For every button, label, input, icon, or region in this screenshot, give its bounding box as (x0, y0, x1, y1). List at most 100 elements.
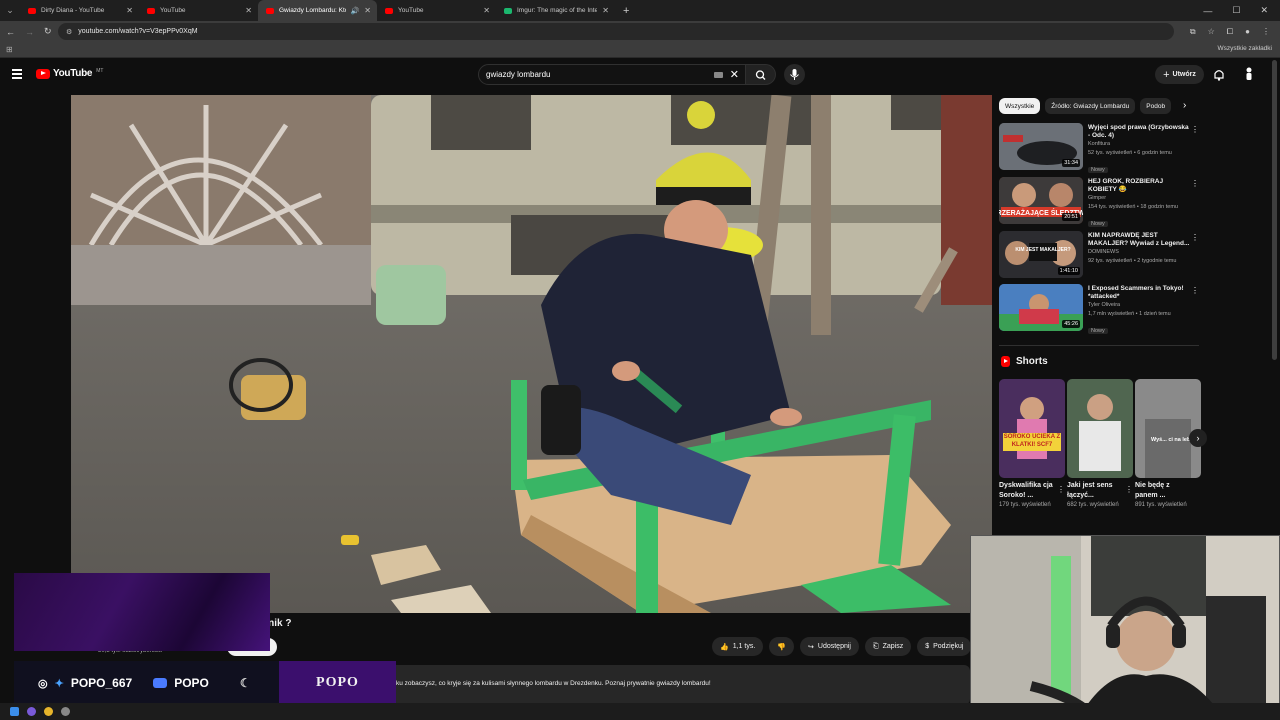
twitter-icon: ✦ (54, 677, 64, 690)
back-icon[interactable]: ← (6, 27, 15, 37)
short-title[interactable]: Nie będę z panem ... (1135, 481, 1191, 501)
install-icon[interactable]: ⧉ (1190, 27, 1196, 37)
recommendation-meta: 92 tys. wyświetleń • 2 tygodnie temu (1088, 258, 1177, 264)
profile-icon[interactable]: ● (1245, 27, 1250, 36)
channel-name[interactable]: Tyler Oliveira (1088, 301, 1190, 310)
recommendation-title[interactable]: I Exposed Scammers in Tokyo! *attacked* (1088, 285, 1190, 301)
recommendation-info: I Exposed Scammers in Tokyo! *attacked* … (1088, 285, 1190, 337)
channel-name[interactable]: Gimper (1088, 194, 1190, 203)
hamburger-menu-icon[interactable] (12, 69, 22, 81)
chrome-icon[interactable] (44, 707, 53, 716)
recommendation-item[interactable]: PRZERAŻAJĄCE ŚLEDZTWO 20:51 HEJ GROK, RO… (999, 177, 1199, 227)
short-item[interactable]: Jaki jest sens łączyć... 682 tys. wyświe… (1067, 379, 1133, 510)
speaker-icon[interactable]: 🔊 (351, 7, 360, 15)
recommendation-item[interactable]: 45:26 I Exposed Scammers in Tokyo! *atta… (999, 284, 1199, 334)
recommendation-item[interactable]: 31:34 Wyjęci spod prawa (Grzybowska - Od… (999, 123, 1199, 173)
app-icon[interactable] (61, 707, 70, 716)
browser-tab[interactable]: YouTube ✕ (377, 0, 496, 21)
thanks-button[interactable]: $ Podziękuj (917, 637, 972, 656)
more-options-icon[interactable]: ⋮ (1125, 485, 1133, 494)
channel-name[interactable]: DOMINEWS (1088, 248, 1190, 257)
apps-grid-icon[interactable]: ⊞ (6, 45, 13, 54)
short-views: 179 tys. wyświetleń (999, 502, 1051, 508)
search-input[interactable]: gwiazdy lombardu ✕ (478, 64, 746, 85)
more-options-icon[interactable]: ⋮ (1057, 485, 1065, 494)
browser-tab[interactable]: YouTube ✕ (139, 0, 258, 21)
short-views: 682 tys. wyświetleń (1067, 502, 1119, 508)
search-button[interactable] (746, 64, 776, 85)
thanks-icon: $ (925, 643, 930, 650)
stream-overlay-panel (14, 573, 270, 651)
new-badge: Nowy (1088, 221, 1108, 227)
youtube-favicon-icon (385, 7, 393, 14)
chip-similar[interactable]: Podob (1140, 98, 1172, 114)
browser-tab-active[interactable]: Gwiazdy Lombardu: Kto zb🔊✕ (258, 0, 377, 21)
more-options-icon[interactable]: ⋮ (1191, 233, 1199, 242)
dislike-button[interactable]: 👎 (769, 637, 795, 656)
shorts-next-button[interactable]: › (1189, 429, 1207, 447)
page-scrollbar[interactable] (1272, 60, 1277, 360)
keyboard-icon[interactable] (714, 72, 723, 78)
video-thumbnail[interactable]: 45:26 (999, 284, 1083, 331)
maximize-icon[interactable]: ☐ (1232, 5, 1240, 16)
close-tab-icon[interactable]: ✕ (602, 6, 609, 15)
bookmark-star-icon[interactable]: ☆ (1208, 27, 1215, 36)
app-icon[interactable] (27, 707, 36, 716)
new-badge: Nowy (1088, 328, 1108, 334)
new-tab-icon[interactable]: + (623, 5, 629, 17)
more-options-icon[interactable]: ⋮ (1191, 125, 1199, 134)
minimize-icon[interactable]: — (1203, 6, 1212, 16)
more-options-icon[interactable]: ⋮ (1191, 286, 1199, 295)
like-button[interactable]: 👍 1,1 tys. (712, 637, 764, 656)
tab-search-icon[interactable]: ⌄ (0, 0, 20, 21)
more-options-icon[interactable]: ⋮ (1191, 179, 1199, 188)
url-text: youtube.com/watch?v=V3epPPv0XqM (78, 28, 198, 35)
short-thumbnail[interactable] (1067, 379, 1133, 478)
close-tab-icon[interactable]: ✕ (483, 6, 490, 15)
divider (999, 345, 1199, 346)
menu-dots-icon[interactable]: ⋮ (1262, 27, 1270, 36)
short-thumbnail[interactable]: SOROKO UCIEKA Z KLATKI! SCF7 (999, 379, 1065, 478)
close-tab-icon[interactable]: ✕ (245, 6, 252, 15)
video-thumbnail[interactable]: KIM JEST MAKALJER? 1:41:10 (999, 231, 1083, 278)
recommendation-info: HEJ GROK, ROZBIERAJ KOBIETY 😂 Gimper 154… (1088, 178, 1190, 230)
chip-source[interactable]: Źródło: Gwiazdy Lombardu (1045, 98, 1136, 114)
chip-all[interactable]: Wszystkie (999, 98, 1041, 114)
youtube-favicon-icon (28, 7, 36, 14)
recommendation-title[interactable]: HEJ GROK, ROZBIERAJ KOBIETY 😂 (1088, 178, 1190, 194)
channel-name[interactable]: Konfitura (1088, 140, 1190, 149)
short-title[interactable]: Jaki jest sens łączyć... (1067, 481, 1123, 501)
reload-icon[interactable]: ↻ (44, 26, 52, 37)
video-thumbnail[interactable]: PRZERAŻAJĄCE ŚLEDZTWO 20:51 (999, 177, 1083, 224)
youtube-logo[interactable]: YouTube MT (36, 68, 103, 79)
browser-tab[interactable]: Imgur: The magic of the Interne✕ (496, 0, 615, 21)
short-title[interactable]: Dyskwalifika cja Soroko! ... (999, 481, 1055, 501)
forward-icon[interactable]: → (25, 27, 34, 37)
clear-search-icon[interactable]: ✕ (730, 68, 739, 81)
url-field[interactable]: ⚙ youtube.com/watch?v=V3epPPv0XqM (58, 23, 1174, 40)
short-item[interactable]: SOROKO UCIEKA Z KLATKI! SCF7 Dyskwalifik… (999, 379, 1065, 510)
all-bookmarks[interactable]: Wszystkie zakładki (1217, 45, 1272, 52)
recommendation-title[interactable]: Wyjęci spod prawa (Grzybowska - Odc. 4) (1088, 124, 1190, 140)
short-thumbnail[interactable]: Wyś... ci na leb (1135, 379, 1201, 478)
instagram-icon: ◎ (38, 677, 48, 690)
share-button[interactable]: ↪ Udostępnij (800, 637, 859, 656)
video-player[interactable] (71, 95, 992, 613)
save-button[interactable]: ⎗ Zapisz (864, 637, 912, 656)
recommendation-item[interactable]: KIM JEST MAKALJER? 1:41:10 KIM NAPRAWDĘ … (999, 231, 1199, 281)
notifications-bell-icon[interactable] (1213, 68, 1225, 81)
youtube-play-icon (36, 68, 50, 79)
create-button[interactable]: + Utwórz (1155, 65, 1204, 84)
close-window-icon[interactable]: ✕ (1260, 5, 1268, 16)
video-thumbnail[interactable]: 31:34 (999, 123, 1083, 170)
extensions-icon[interactable]: ⧠ (1227, 27, 1233, 37)
voice-search-button[interactable] (784, 64, 805, 85)
chevron-right-icon[interactable]: › (1183, 100, 1186, 111)
account-avatar-icon[interactable] (1243, 67, 1255, 81)
recommendation-title[interactable]: KIM NAPRAWDĘ JEST MAKALJER? Wywiad z Leg… (1088, 232, 1190, 248)
close-tab-icon[interactable]: ✕ (126, 6, 133, 15)
windows-start-icon[interactable] (10, 707, 19, 716)
browser-tab[interactable]: Dirty Diana - YouTube ✕ (20, 0, 139, 21)
site-info-icon[interactable]: ⚙ (66, 28, 72, 36)
close-tab-icon[interactable]: ✕ (364, 6, 371, 15)
